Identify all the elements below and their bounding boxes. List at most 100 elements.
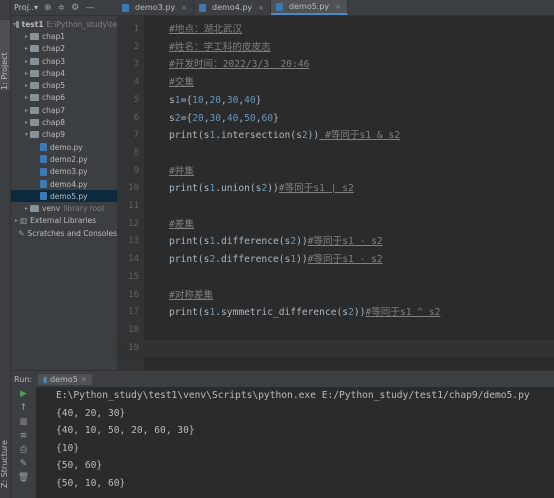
number-literal: 40	[226, 112, 239, 124]
library-icon: ▥	[20, 216, 28, 226]
chevron-right-icon[interactable]: ▸	[23, 70, 30, 77]
delete-icon[interactable]: 🗑	[11, 471, 36, 485]
console-line: {50, 60}	[56, 460, 103, 471]
tree-item[interactable]: ▸ chap8	[11, 116, 117, 128]
tree-item[interactable]: ▸ ▥ External Libraries	[11, 215, 117, 227]
code-editor[interactable]: 1 #地点：湖北武汉 2 #姓名：学工科的皮皮志 3 #开发时间：2022/3/3 20:…	[117, 16, 554, 370]
project-view-dropdown[interactable]: Proj..▾	[14, 3, 38, 12]
tool-window-strip: 1: Project Z: Structure	[0, 0, 11, 498]
structure-tool-tab[interactable]: Z: Structure	[0, 428, 10, 488]
code-line[interactable]: 3 #开发时间：2022/3/3 20:46	[117, 56, 554, 74]
code-line[interactable]: 13 print(s1.difference(s2))#等同于s1 - s2	[117, 233, 554, 251]
code-comment: #等同于s1 ^ s2	[365, 307, 441, 319]
tab-label: demo5.py	[289, 2, 330, 11]
run-console-output[interactable]: E:\Python_study\test1\venv\Scripts\pytho…	[37, 387, 554, 498]
code-line[interactable]: 1 #地点：湖北武汉	[117, 21, 554, 39]
tab-demo3-py[interactable]: demo3.py ×	[117, 0, 195, 15]
folder-icon	[30, 131, 39, 139]
tree-item[interactable]: ▸ venv library root	[11, 202, 117, 214]
chevron-right-icon[interactable]: ▸	[23, 107, 30, 114]
tree-item[interactable]: ✎ Scratches and Consoles	[11, 227, 117, 239]
tab-demo5-py[interactable]: demo5.py ×	[271, 0, 349, 15]
file-item[interactable]: demo2.py	[11, 153, 117, 165]
tree-item[interactable]: ▸ chap6	[11, 92, 117, 104]
folder-icon	[30, 119, 39, 127]
tree-item[interactable]: ▾ test1 E:\Python_study\te	[11, 18, 117, 30]
tree-item[interactable]: ▸ chap2	[11, 43, 117, 55]
code-line[interactable]: 19	[117, 339, 554, 358]
number-literal: 30	[209, 112, 222, 124]
tree-item[interactable]: ▸ chap3	[11, 55, 117, 67]
chevron-right-icon[interactable]: ▸	[23, 33, 30, 40]
rerun-icon[interactable]: ▶	[11, 387, 36, 401]
code-line[interactable]: 16 #对称差集	[117, 287, 554, 305]
chevron-down-icon[interactable]: ▾	[23, 131, 30, 138]
run-config-tab[interactable]: ▮ demo5 ×	[38, 373, 93, 385]
tree-item[interactable]: ▾ chap9	[11, 129, 117, 141]
code-line[interactable]: 8	[117, 145, 554, 163]
folder-icon	[30, 32, 39, 40]
code-line[interactable]: 9 #并集	[117, 163, 554, 181]
code-line[interactable]: 18	[117, 322, 554, 340]
file-item[interactable]: demo4.py	[11, 178, 117, 190]
close-icon[interactable]: ×	[181, 4, 187, 12]
close-icon[interactable]: ×	[80, 375, 87, 384]
tab-label: demo3.py	[135, 3, 176, 12]
collapse-icon[interactable]: ≑	[58, 3, 66, 13]
code-line[interactable]: 6 s2={20,30,40,50,60}	[117, 110, 554, 128]
code-line[interactable]: 14 print(s2.difference(s1))#等同于s1 - s2	[117, 251, 554, 269]
file-item[interactable]: demo.py	[11, 141, 117, 153]
file-item[interactable]: demo3.py	[11, 166, 117, 178]
tab-label: demo4.py	[212, 3, 253, 12]
close-icon[interactable]: ×	[258, 4, 264, 12]
line-number: 19	[128, 342, 139, 353]
tree-item-label: chap9	[42, 130, 66, 140]
tree-item[interactable]: ▸ chap4	[11, 67, 117, 79]
hide-icon[interactable]: —	[85, 3, 94, 13]
stop-icon[interactable]: ■	[11, 415, 36, 429]
pin-icon[interactable]: ✎	[11, 457, 36, 471]
scroll-up-icon[interactable]: ↑	[11, 401, 36, 415]
tree-item[interactable]: ▸ chap1	[11, 30, 117, 42]
console-line: {40, 20, 30}	[56, 407, 126, 419]
line-number: 15	[128, 271, 139, 282]
code-line[interactable]: 11	[117, 198, 554, 216]
code-line[interactable]: 15	[117, 269, 554, 287]
line-number: 9	[133, 165, 139, 176]
code-line[interactable]: 7 print(s1.intersection(s2)) #等同于s1 & s2	[117, 127, 554, 145]
code-line[interactable]: 10 print(s1.union(s2))#等同于s1 | s2	[117, 180, 554, 198]
close-icon[interactable]: ×	[335, 3, 341, 11]
code-text: print(s1.difference(s2))#等同于s1 - s2	[169, 236, 383, 248]
code-line[interactable]: 17 print(s1.symmetric_difference(s2))#等同于…	[117, 304, 554, 322]
python-file-icon	[40, 180, 47, 188]
locate-icon[interactable]: ⊕	[44, 3, 52, 13]
code-line[interactable]: 2 #姓名：学工科的皮皮志	[117, 39, 554, 57]
code-comment: #开发时间：2022/3/3 20:46	[169, 59, 310, 71]
chevron-right-icon[interactable]: ▸	[23, 205, 30, 212]
number-literal: 20	[209, 94, 222, 106]
chevron-right-icon[interactable]: ▸	[23, 58, 30, 65]
code-line[interactable]: 5 s1={10,20,30,40}	[117, 92, 554, 110]
project-tool-tab[interactable]: 1: Project	[0, 20, 10, 90]
chevron-right-icon[interactable]: ▸	[23, 119, 30, 126]
file-item[interactable]: demo5.py	[11, 190, 117, 203]
number-literal: 20	[192, 112, 204, 124]
chevron-right-icon[interactable]: ▸	[23, 45, 30, 52]
tab-demo4-py[interactable]: demo4.py ×	[194, 0, 272, 15]
tree-item[interactable]: ▸ chap5	[11, 79, 117, 91]
code-line[interactable]: 12 #差集	[117, 216, 554, 234]
soft-wrap-icon[interactable]: ≡	[11, 429, 36, 443]
chevron-right-icon[interactable]: ▸	[13, 217, 20, 224]
line-number: 4	[133, 77, 139, 88]
tree-item-label: Scratches and Consoles	[27, 228, 117, 238]
line-number: 2	[133, 41, 139, 52]
print-icon[interactable]: ⎙	[11, 443, 36, 457]
tree-item[interactable]: ▸ chap7	[11, 104, 117, 116]
gear-icon[interactable]: ⚙	[71, 3, 79, 13]
number-literal: 40	[244, 94, 256, 106]
chevron-right-icon[interactable]: ▸	[23, 94, 30, 101]
chevron-right-icon[interactable]: ▸	[23, 82, 30, 89]
code-line[interactable]: 4 #交集	[117, 74, 554, 92]
tree-item-label: demo.py	[50, 142, 83, 152]
tree-item-label: demo5.py	[50, 191, 88, 201]
